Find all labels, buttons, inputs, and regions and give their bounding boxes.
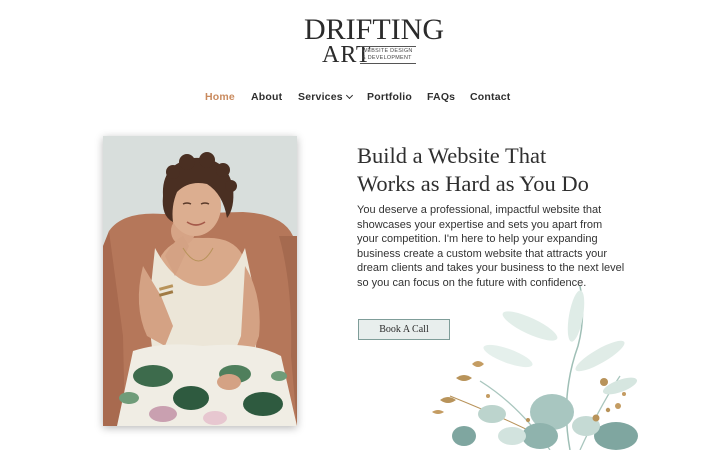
site-logo[interactable]: DRIFTING ART WEBSITE DESIGN & DEVELOPMEN… xyxy=(298,12,444,70)
main-navigation: Home About Services Portfolio FAQs Conta… xyxy=(0,88,720,106)
nav-item-home[interactable]: Home xyxy=(205,88,235,106)
nav-item-services-label: Services xyxy=(298,91,343,103)
nav-item-services[interactable]: Services xyxy=(298,88,353,106)
logo-tagline-line2: & DEVELOPMENT xyxy=(362,55,412,61)
hero-portrait-photo xyxy=(103,136,297,426)
hero-description: You deserve a professional, impactful we… xyxy=(357,204,625,289)
nav-item-portfolio[interactable]: Portfolio xyxy=(367,88,412,106)
logo-tagline-line1: WEBSITE DESIGN xyxy=(362,48,413,54)
chevron-down-icon xyxy=(345,91,353,100)
nav-item-contact[interactable]: Contact xyxy=(470,88,510,106)
botanical-illustration xyxy=(420,285,650,450)
logo-tagline: WEBSITE DESIGN & DEVELOPMENT xyxy=(360,46,416,64)
hero-headline: Build a Website That Works as Hard as Yo… xyxy=(357,142,657,198)
nav-item-faqs[interactable]: FAQs xyxy=(427,88,455,106)
nav-item-about[interactable]: About xyxy=(251,88,282,106)
page: DRIFTING ART WEBSITE DESIGN & DEVELOPMEN… xyxy=(0,0,720,450)
hero-headline-line2: Works as Hard as You Do xyxy=(357,171,589,196)
hero-headline-line1: Build a Website That xyxy=(357,143,547,168)
